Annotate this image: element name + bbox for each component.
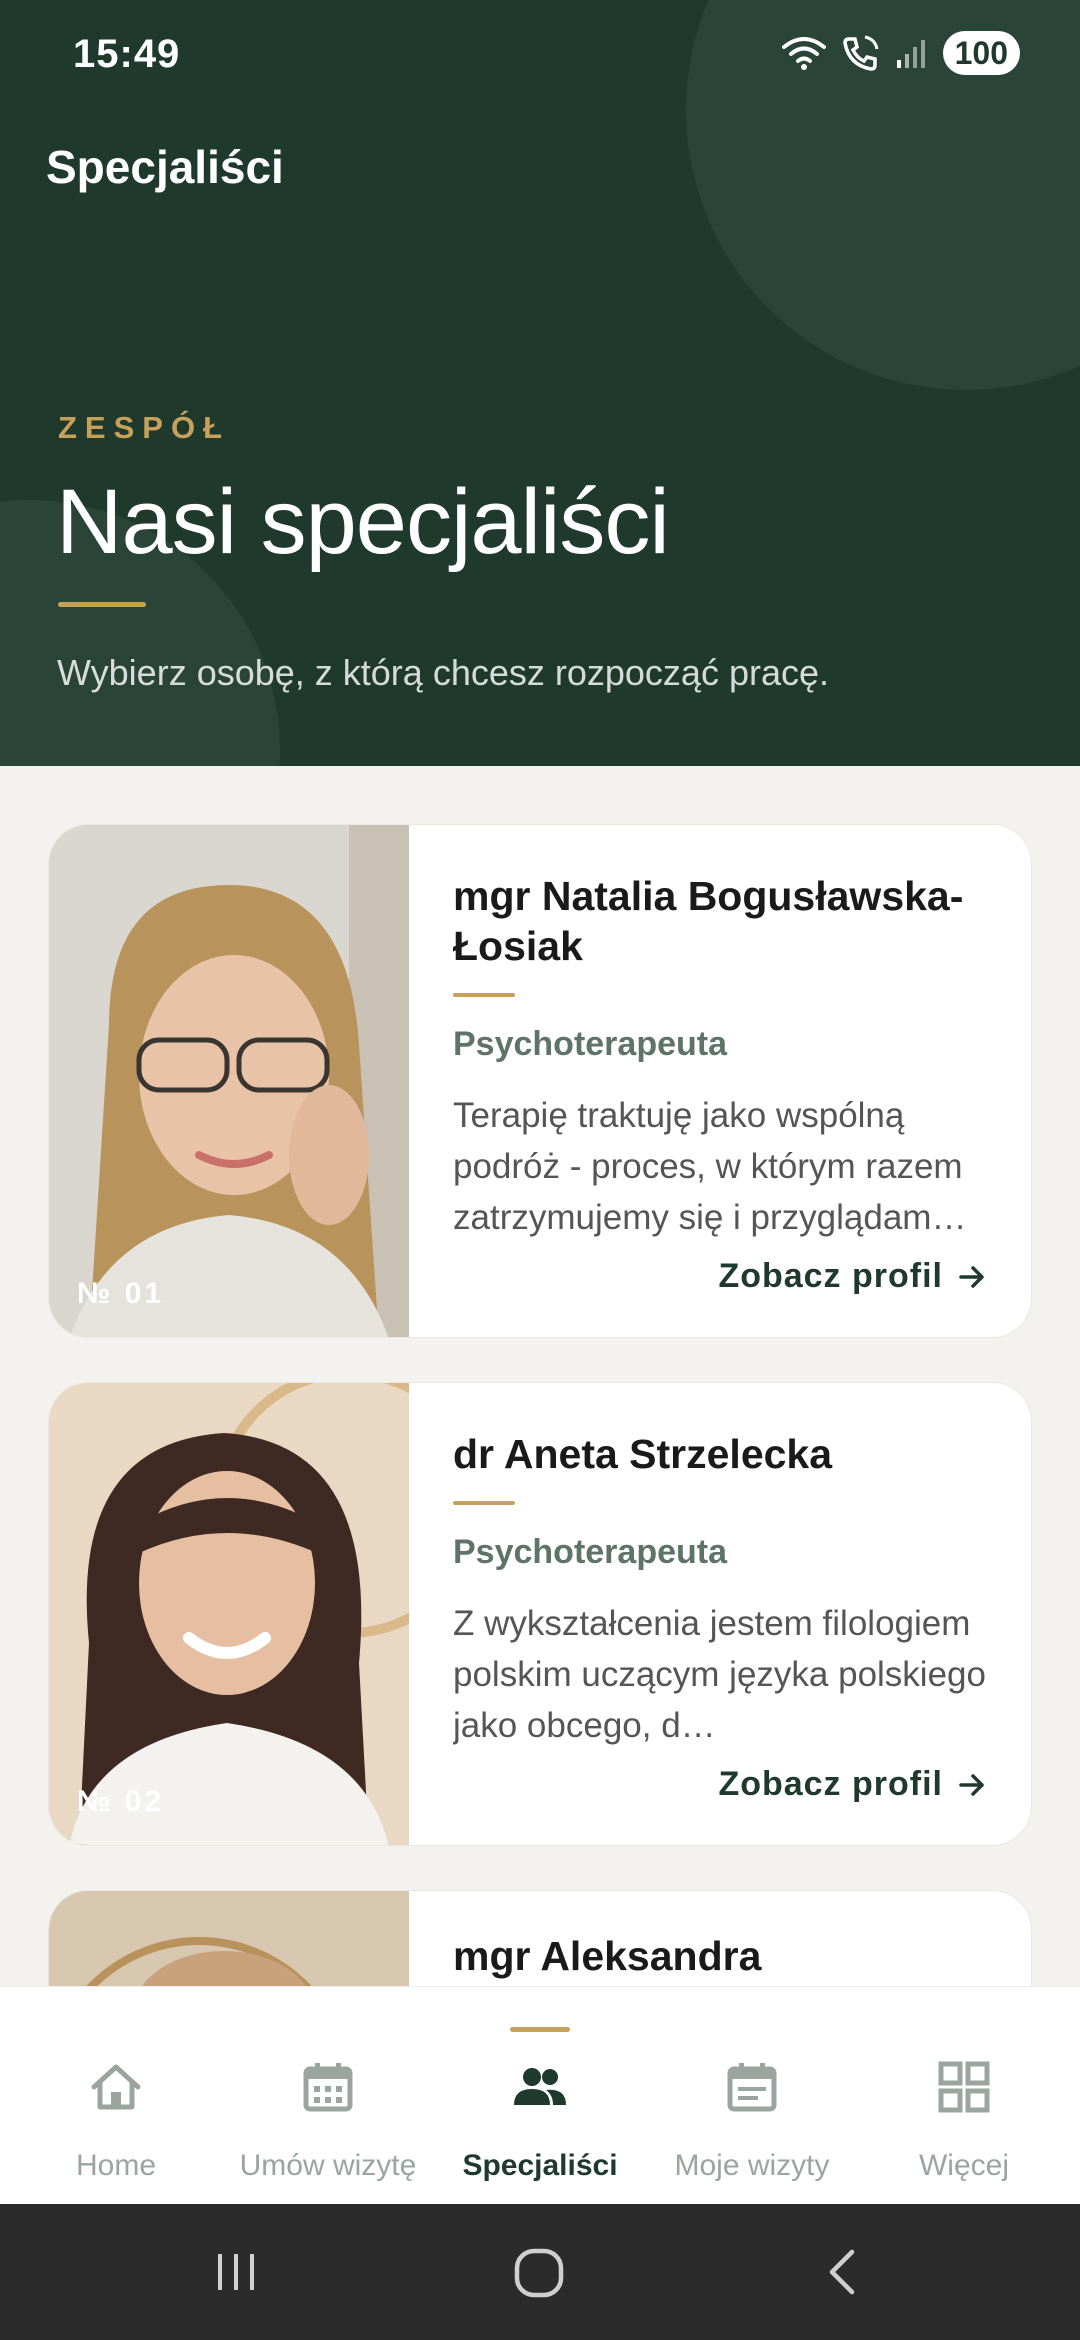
arrow-right-icon bbox=[959, 1773, 984, 1796]
name-divider bbox=[453, 1501, 515, 1505]
specialist-card[interactable]: № 01 mgr Natalia Bogusławska-Łosiak Psyc… bbox=[48, 824, 1032, 1338]
nav-label: Umów wizytę bbox=[239, 2149, 417, 2182]
status-time: 15:49 bbox=[73, 32, 181, 76]
specialist-photo: № 01 bbox=[49, 825, 409, 1337]
specialist-info: mgr Aleksandra Kałużyńska bbox=[453, 1931, 991, 1986]
active-indicator bbox=[510, 2027, 570, 2032]
specialist-role: Psychoterapeuta bbox=[453, 1533, 727, 1571]
nav-label: Więcej bbox=[918, 2149, 1009, 2182]
system-navigation-bar bbox=[0, 2204, 1080, 2340]
view-profile-label: Zobacz profil bbox=[718, 1765, 943, 1803]
specialist-number: № 02 bbox=[77, 1785, 165, 1818]
specialist-info: mgr Natalia Bogusławska-Łosiak Psychoter… bbox=[453, 871, 991, 1243]
specialist-role: Psychoterapeuta bbox=[453, 1025, 727, 1063]
status-bar: 15:49 100 bbox=[0, 0, 1080, 110]
specialist-card[interactable]: mgr Aleksandra Kałużyńska bbox=[48, 1890, 1032, 1986]
specialist-name: mgr Natalia Bogusławska-Łosiak bbox=[453, 873, 964, 969]
calendar-list-icon bbox=[727, 2063, 777, 2112]
specialist-info: dr Aneta Strzelecka Psychoterapeuta Z wy… bbox=[453, 1429, 991, 1751]
appbar-title: Specjaliści bbox=[46, 141, 284, 193]
view-profile-button[interactable]: Zobacz profil bbox=[718, 1765, 987, 1804]
hero-eyebrow: ZESPÓŁ bbox=[58, 410, 231, 445]
specialist-card[interactable]: № 02 dr Aneta Strzelecka Psychoterapeuta… bbox=[48, 1382, 1032, 1846]
battery-indicator: 100 bbox=[942, 31, 1020, 75]
specialist-photo bbox=[49, 1891, 409, 1986]
specialist-description: Terapię traktuję jako wspólną podróż - p… bbox=[453, 1090, 991, 1243]
nav-item-home[interactable]: Home bbox=[8, 1987, 224, 2205]
specialist-description-text: Z wykształcenia jestem filologiem polski… bbox=[453, 1604, 986, 1745]
nav-label: Home bbox=[75, 2149, 157, 2182]
calendar-grid-icon bbox=[303, 2063, 353, 2112]
arrow-right-icon bbox=[959, 1265, 984, 1288]
hero-title: Nasi specjaliści bbox=[56, 471, 670, 573]
grid-icon bbox=[938, 2061, 990, 2113]
specialist-description-text: Terapię traktuję jako wspólną podróż - p… bbox=[453, 1096, 967, 1237]
nav-item-more[interactable]: Więcej bbox=[856, 1987, 1072, 2205]
specialist-description: Z wykształcenia jestem filologiem polski… bbox=[453, 1598, 991, 1751]
specialists-list[interactable]: № 01 mgr Natalia Bogusławska-Łosiak Psyc… bbox=[0, 766, 1080, 1986]
home-button-icon[interactable] bbox=[512, 2246, 566, 2300]
wifi-calling-icon bbox=[842, 35, 879, 71]
nav-item-book-visit[interactable]: Umów wizytę bbox=[220, 1987, 436, 2205]
name-divider bbox=[453, 993, 515, 997]
nav-item-my-visits[interactable]: Moje wizyty bbox=[644, 1987, 860, 2205]
nav-label: Moje wizyty bbox=[674, 2149, 830, 2182]
view-profile-button[interactable]: Zobacz profil bbox=[718, 1257, 987, 1296]
people-icon bbox=[514, 2068, 566, 2105]
hero-subtitle: Wybierz osobę, z którą chcesz rozpocząć … bbox=[57, 652, 829, 693]
hero-header: 15:49 100 Specjaliści ZESPÓŁ Nasi specja… bbox=[0, 0, 1080, 766]
status-icons: 100 bbox=[781, 30, 1020, 76]
nav-item-specialists[interactable]: Specjaliści bbox=[432, 1987, 648, 2205]
signal-icon bbox=[896, 40, 925, 68]
specialist-name: dr Aneta Strzelecka bbox=[453, 1431, 833, 1477]
screen: 15:49 100 Specjaliści ZESPÓŁ Nasi specja… bbox=[0, 0, 1080, 2340]
bottom-navigation: Home Umów wizytę Specjaliści Moje wizyty… bbox=[0, 1986, 1080, 2204]
wifi-icon bbox=[781, 37, 826, 70]
specialist-name: mgr Aleksandra Kałużyńska bbox=[453, 1933, 762, 1986]
back-icon[interactable] bbox=[820, 2248, 868, 2296]
view-profile-label: Zobacz profil bbox=[718, 1257, 943, 1295]
specialist-number: № 01 bbox=[77, 1277, 165, 1310]
recent-apps-icon[interactable] bbox=[212, 2248, 260, 2296]
home-icon bbox=[91, 2064, 141, 2110]
specialist-photo: № 02 bbox=[49, 1383, 409, 1845]
nav-label: Specjaliści bbox=[462, 2149, 618, 2182]
hero-divider bbox=[58, 602, 146, 607]
